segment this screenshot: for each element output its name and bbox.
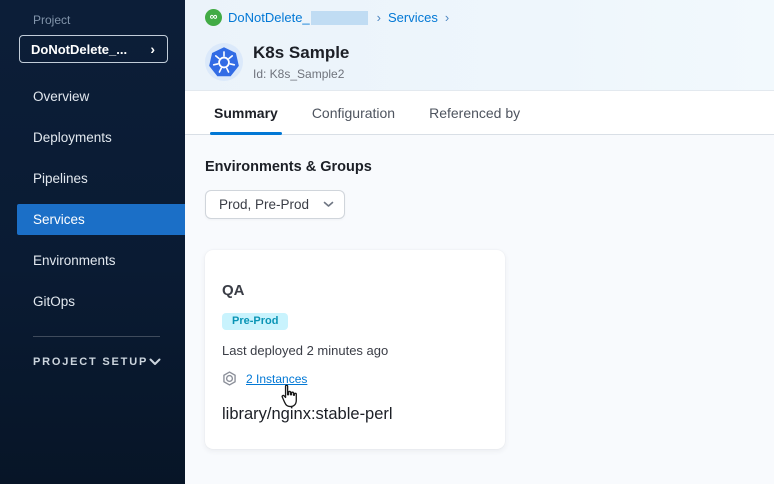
main-area: ∞ DoNotDelete_ › Services › <box>185 0 774 484</box>
chevron-down-icon <box>149 358 161 366</box>
environment-type-badge: Pre-Prod <box>222 313 288 330</box>
tab-summary[interactable]: Summary <box>210 91 282 134</box>
breadcrumb-separator-icon: › <box>377 10 381 25</box>
sidebar-item-environments[interactable]: Environments <box>17 245 185 276</box>
artifact-name: library/nginx:stable-perl <box>222 405 489 424</box>
environment-card-qa[interactable]: QA Pre-Prod Last deployed 2 minutes ago … <box>205 250 505 449</box>
sidebar-divider <box>33 336 160 337</box>
project-label: Project <box>33 13 185 27</box>
service-title-row: K8s Sample Id: K8s_Sample2 <box>205 43 774 81</box>
tab-configuration[interactable]: Configuration <box>308 91 399 134</box>
page-title: K8s Sample <box>253 43 349 63</box>
breadcrumb-project-selection <box>311 11 368 25</box>
sidebar-item-gitops[interactable]: GitOps <box>17 286 185 317</box>
environment-filter-dropdown[interactable]: Prod, Pre-Prod <box>205 190 345 219</box>
environment-name: QA <box>222 282 489 299</box>
sidebar: Project DoNotDelete_... › Overview Deplo… <box>0 0 185 484</box>
instances-icon <box>222 371 237 386</box>
sidebar-nav: Overview Deployments Pipelines Services … <box>0 81 185 317</box>
breadcrumb-separator-icon: › <box>445 10 449 25</box>
service-id: Id: K8s_Sample2 <box>253 67 349 81</box>
service-title-block: K8s Sample Id: K8s_Sample2 <box>253 43 349 81</box>
page-header: ∞ DoNotDelete_ › Services › <box>185 0 774 90</box>
breadcrumb: ∞ DoNotDelete_ › Services › <box>205 9 774 26</box>
kubernetes-icon <box>205 43 243 81</box>
project-icon: ∞ <box>205 9 222 26</box>
project-setup-toggle[interactable]: PROJECT SETUP <box>33 356 161 368</box>
summary-content: Environments & Groups Prod, Pre-Prod QA … <box>185 135 774 484</box>
instances-link[interactable]: 2 Instances <box>246 372 307 386</box>
sidebar-item-deployments[interactable]: Deployments <box>17 122 185 153</box>
tab-referenced-by[interactable]: Referenced by <box>425 91 524 134</box>
chevron-right-icon: › <box>150 42 155 56</box>
breadcrumb-project-link[interactable]: DoNotDelete_ <box>228 10 310 25</box>
environments-groups-heading: Environments & Groups <box>205 135 774 175</box>
project-selector-value: DoNotDelete_... <box>31 42 127 57</box>
breadcrumb-services-link[interactable]: Services <box>388 10 438 25</box>
project-selector[interactable]: DoNotDelete_... › <box>19 35 168 63</box>
tab-bar: Summary Configuration Referenced by <box>185 90 774 135</box>
sidebar-item-services[interactable]: Services <box>17 204 185 235</box>
instances-row: 2 Instances <box>222 371 489 386</box>
sidebar-item-overview[interactable]: Overview <box>17 81 185 112</box>
last-deployed-text: Last deployed 2 minutes ago <box>222 343 489 358</box>
environment-filter-value: Prod, Pre-Prod <box>219 197 309 212</box>
sidebar-item-pipelines[interactable]: Pipelines <box>17 163 185 194</box>
project-setup-label: PROJECT SETUP <box>33 356 148 368</box>
chevron-down-icon <box>323 201 334 208</box>
